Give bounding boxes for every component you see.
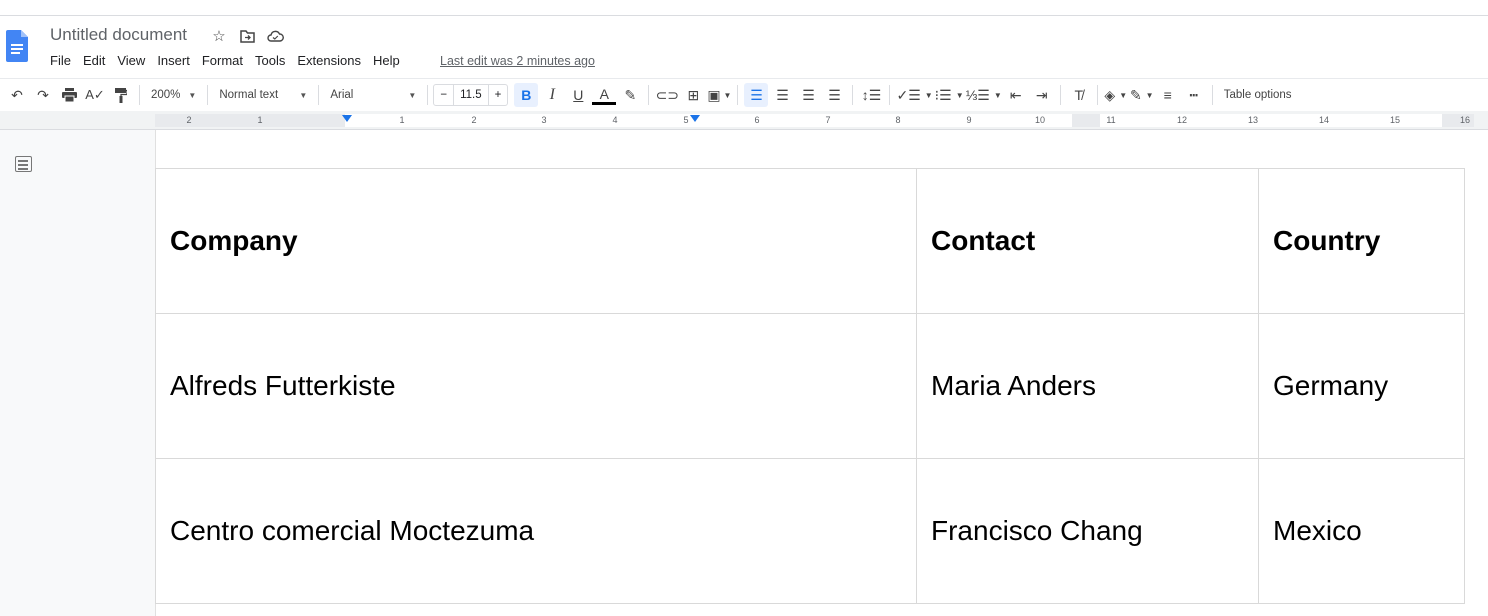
align-left-icon[interactable]: ☰ [744,83,769,107]
menu-format[interactable]: Format [196,53,249,68]
chevron-down-icon: ▼ [188,90,197,100]
print-icon[interactable] [57,83,81,107]
zoom-select[interactable]: 200% ▼ [145,83,202,107]
ruler-page-area [155,114,1473,127]
menu-tools[interactable]: Tools [249,53,291,68]
right-indent-marker[interactable] [690,115,700,122]
font-select[interactable]: Arial ▼ [324,83,422,107]
header-country[interactable]: Country [1258,168,1465,314]
table-options-button[interactable]: Table options [1218,89,1298,101]
link-icon[interactable]: ⊂⊃ [655,83,679,107]
ruler-label: 10 [1034,115,1046,125]
menu-file[interactable]: File [44,53,77,68]
document-outline-icon[interactable] [15,156,32,172]
menu-view[interactable]: View [111,53,151,68]
insert-image-icon[interactable]: ▣ ▼ [707,83,731,107]
cell-background-color-icon[interactable]: ◈ ▼ [1104,83,1128,107]
ruler-label: 7 [825,115,831,125]
highlight-icon[interactable]: ✎ [618,83,642,107]
clear-formatting-icon[interactable]: T̸ [1067,83,1091,107]
numbered-list-icon[interactable]: ⅓☰ ▼ [966,83,1002,107]
table-cell[interactable]: Francisco Chang [916,458,1259,604]
zoom-value: 200% [151,89,181,101]
font-size-control: − 11.5 + [433,84,509,106]
ruler[interactable]: 2 1 1 2 3 4 5 6 7 8 9 10 11 12 13 14 15 … [0,111,1488,130]
ruler-label: 11 [1106,115,1116,125]
table-cell[interactable]: Maria Anders [916,313,1259,459]
italic-button[interactable]: I [540,83,564,107]
table-header-row: Company Contact Country [155,168,1465,314]
style-value: Normal text [219,89,279,101]
increase-font-size-button[interactable]: + [489,85,508,105]
text-color-button[interactable]: A [592,85,617,105]
decrease-indent-icon[interactable]: ⇤ [1004,83,1028,107]
ruler-left-margin [155,114,345,127]
underline-button[interactable]: U [566,83,590,107]
border-color-icon[interactable]: ✎ ▼ [1130,83,1154,107]
table-cell[interactable]: Alfreds Futterkiste [155,313,917,459]
ruler-label: 2 [471,115,477,125]
ruler-label: 12 [1176,115,1188,125]
align-center-icon[interactable]: ☰ [770,83,794,107]
ruler-label: 2 [186,115,192,125]
browser-top-strip [0,0,1488,16]
redo-icon[interactable]: ↷ [31,83,55,107]
menu-help[interactable]: Help [367,53,406,68]
add-comment-icon[interactable]: ⊞ [681,83,705,107]
header-company[interactable]: Company [155,168,917,314]
menu-bar: File Edit View Insert Format Tools Exten… [44,53,406,68]
outline-sidebar [0,130,155,616]
last-edit-link[interactable]: Last edit was 2 minutes ago [440,54,595,68]
decrease-font-size-button[interactable]: − [434,85,453,105]
increase-indent-icon[interactable]: ⇥ [1030,83,1054,107]
bold-button[interactable]: B [514,83,539,107]
menu-extensions[interactable]: Extensions [291,53,367,68]
data-table: Company Contact Country Alfreds Futterki… [155,168,1465,604]
left-indent-marker[interactable] [342,115,352,122]
chevron-down-icon: ▼ [299,90,308,100]
border-dash-icon[interactable]: ┅ [1182,83,1206,107]
line-spacing-icon[interactable]: ↕☰ [859,83,883,107]
table-cell[interactable]: Centro comercial Moctezuma [155,458,917,604]
cloud-saved-icon[interactable] [266,27,284,45]
table-cell[interactable]: Germany [1258,313,1465,459]
ruler-label: 15 [1389,115,1401,125]
document-title[interactable]: Untitled document [50,25,187,45]
font-size-input[interactable]: 11.5 [453,85,489,105]
font-value: Arial [330,89,354,101]
border-width-icon[interactable]: ≡ [1156,83,1180,107]
ruler-label: 1 [257,115,263,125]
ruler-label: 13 [1247,115,1259,125]
ruler-label: 14 [1318,115,1330,125]
ruler-label: 3 [541,115,547,125]
menu-edit[interactable]: Edit [77,53,111,68]
toolbar: ↶ ↷ A✓ 200% ▼ Normal text ▼ Arial ▼ − 11.5 … [0,78,1488,111]
ruler-label: 16 [1459,115,1471,125]
bulleted-list-icon[interactable]: ⁝☰ ▼ [935,83,964,107]
ruler-label: 1 [399,115,405,125]
style-select[interactable]: Normal text ▼ [213,83,313,107]
chevron-down-icon: ▼ [408,90,417,100]
docs-logo-icon[interactable] [6,30,28,62]
table-row: Alfreds Futterkiste Maria Anders Germany [155,313,1465,459]
paint-format-icon[interactable] [109,83,133,107]
table-cell[interactable]: Mexico [1258,458,1465,604]
align-right-icon[interactable]: ☰ [796,83,820,107]
checklist-icon[interactable]: ✓☰ ▼ [896,83,932,107]
spellcheck-icon[interactable]: A✓ [83,83,107,107]
ruler-label: 9 [966,115,972,125]
ruler-label: 6 [754,115,760,125]
move-to-folder-icon[interactable] [238,27,256,45]
star-icon[interactable]: ☆ [210,27,228,45]
menu-insert[interactable]: Insert [151,53,196,68]
ruler-label: 8 [895,115,901,125]
header-contact[interactable]: Contact [916,168,1259,314]
justify-icon[interactable]: ☰ [822,83,846,107]
ruler-label: 4 [612,115,618,125]
undo-icon[interactable]: ↶ [5,83,29,107]
ruler-column-gap [1072,114,1100,127]
table-row: Centro comercial Moctezuma Francisco Cha… [155,458,1465,604]
ruler-label: 5 [683,115,689,125]
